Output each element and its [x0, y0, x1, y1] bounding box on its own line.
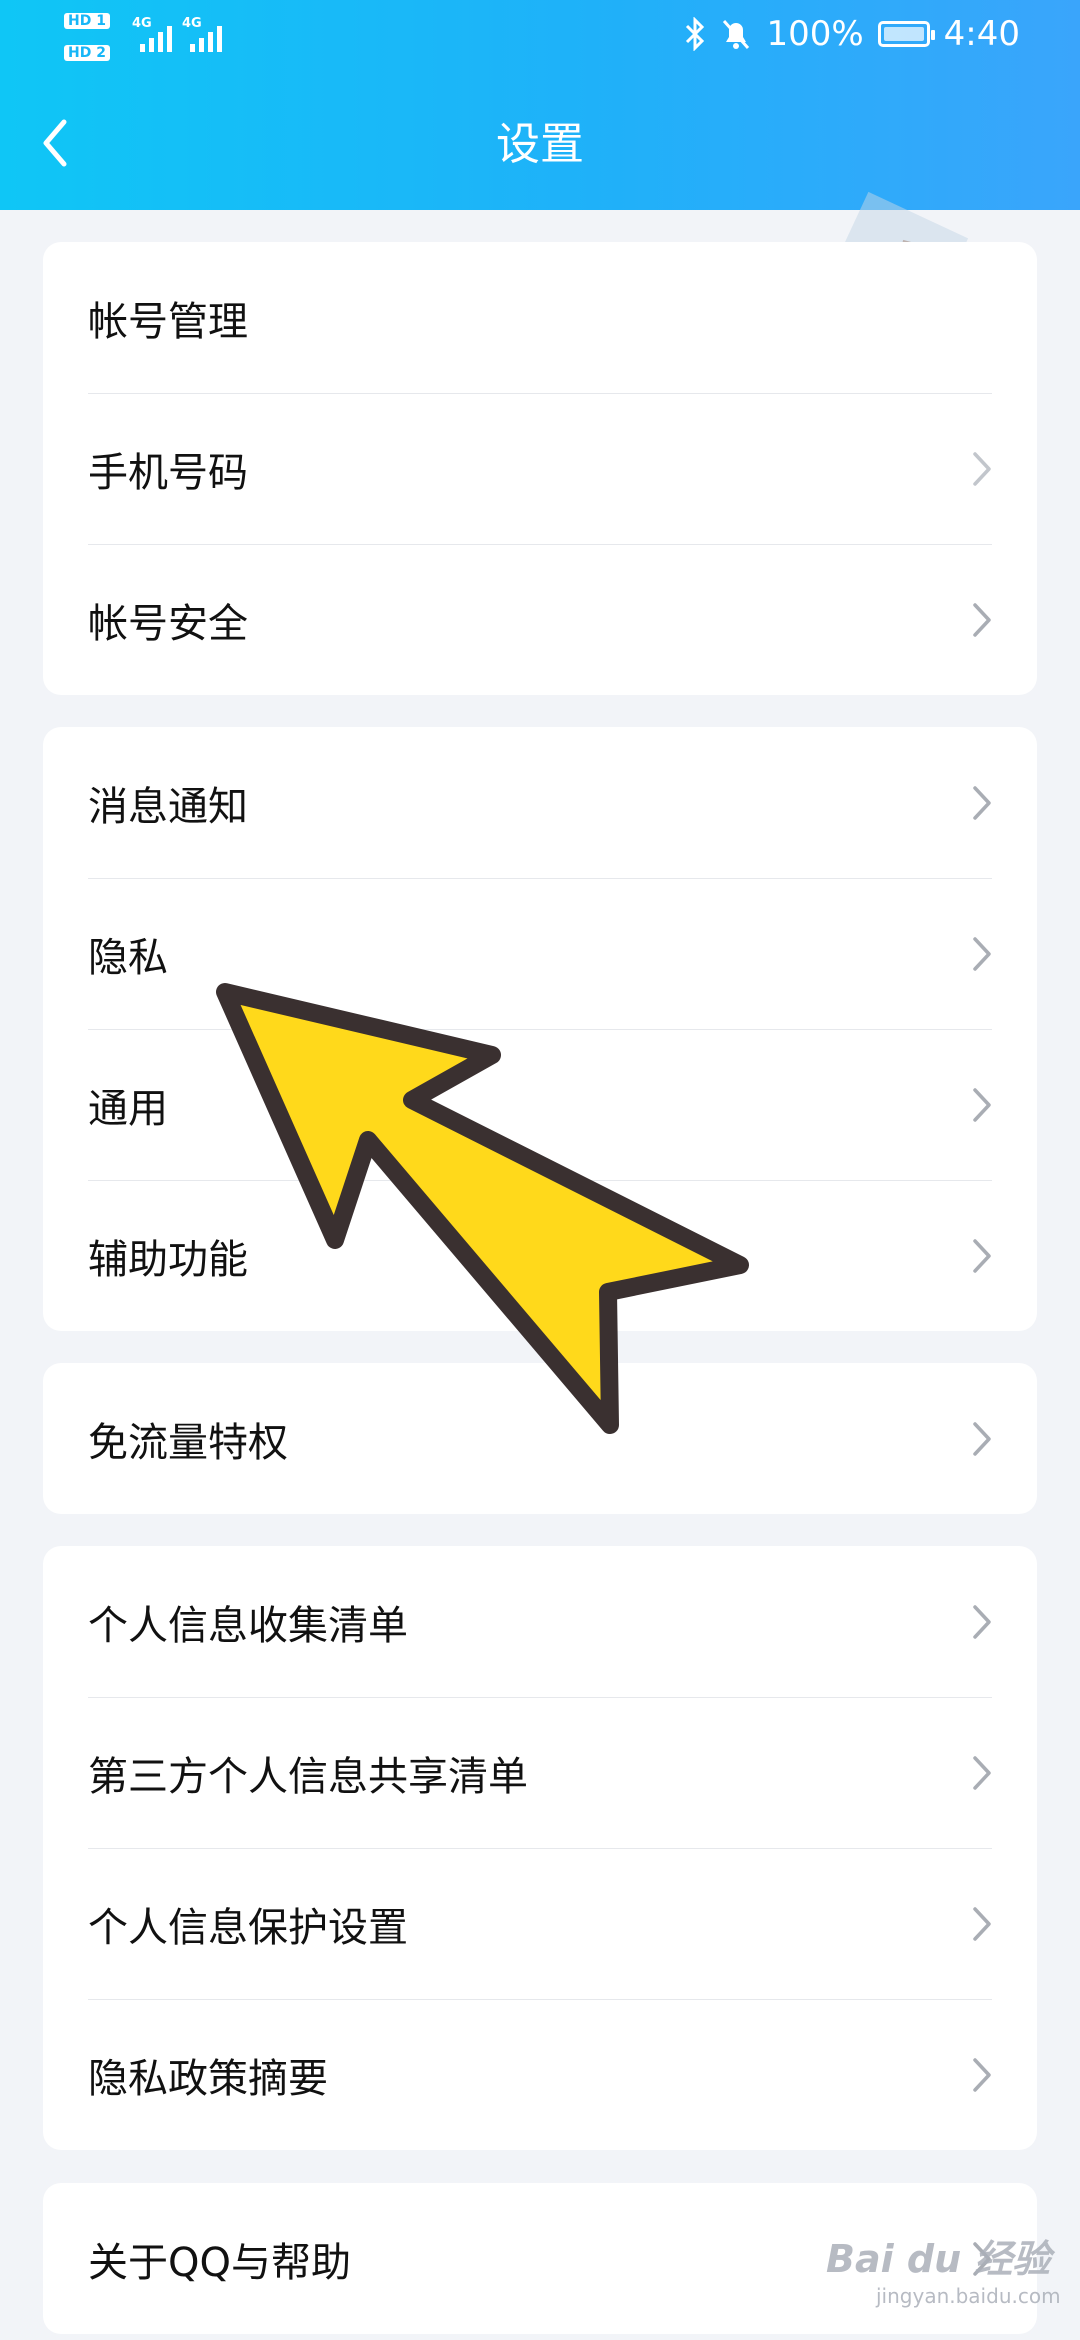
chevron-right-icon — [973, 1087, 991, 1122]
settings-item-info-collection-list[interactable]: 个人信息收集清单 — [43, 1546, 1037, 1697]
baidu-jingyan-watermark: Bai du 经验 jingyan.baidu.com — [826, 2237, 1061, 2308]
mute-bell-icon — [723, 20, 750, 49]
settings-item-privacy[interactable]: 隐私 — [43, 878, 1037, 1029]
status-right: 100% 4:40 — [684, 14, 1020, 54]
chevron-right-icon — [973, 1238, 991, 1273]
settings-item-general[interactable]: 通用 — [43, 1029, 1037, 1180]
battery-percent: 100% — [766, 14, 864, 54]
signal-1-icon: 4G — [132, 16, 172, 52]
settings-item-data-free-privilege[interactable]: 免流量特权 — [43, 1363, 1037, 1514]
settings-item-privacy-policy-summary[interactable]: 隐私政策摘要 — [43, 1999, 1037, 2150]
battery-icon — [877, 21, 935, 47]
settings-item-account-management[interactable]: 帐号管理 — [43, 242, 1037, 393]
sim-2-indicator: HD 2 — [64, 42, 110, 63]
chevron-right-icon — [973, 2057, 991, 2092]
settings-item-account-security[interactable]: 帐号安全 — [43, 544, 1037, 695]
status-bar: HD 1 HD 2 4G 4G 100% 4:40 — [0, 0, 1080, 80]
signal-2-icon: 4G — [182, 16, 222, 52]
settings-item-third-party-sharing-list[interactable]: 第三方个人信息共享清单 — [43, 1697, 1037, 1848]
settings-group-account: 帐号管理 手机号码 帐号安全 — [43, 242, 1037, 695]
chevron-right-icon — [973, 936, 991, 971]
settings-group-personal-info: 个人信息收集清单 第三方个人信息共享清单 个人信息保护设置 隐私政策摘要 — [43, 1546, 1037, 2150]
chevron-right-icon — [973, 602, 991, 637]
sim-1-indicator: HD 1 — [64, 10, 110, 31]
settings-item-info-protection-settings[interactable]: 个人信息保护设置 — [43, 1848, 1037, 1999]
settings-item-notifications[interactable]: 消息通知 — [43, 727, 1037, 878]
chevron-right-icon — [973, 1906, 991, 1941]
chevron-right-icon — [973, 1604, 991, 1639]
clock: 4:40 — [943, 14, 1020, 54]
bluetooth-icon — [686, 17, 705, 51]
settings-group-general: 消息通知 隐私 通用 辅助功能 — [43, 727, 1037, 1331]
settings-item-accessibility[interactable]: 辅助功能 — [43, 1180, 1037, 1331]
chevron-right-icon — [973, 1421, 991, 1456]
chevron-right-icon — [973, 785, 991, 820]
settings-group-data-free: 免流量特权 — [43, 1363, 1037, 1514]
chevron-right-icon — [973, 1755, 991, 1790]
chevron-right-icon — [973, 451, 991, 486]
settings-item-phone-number[interactable]: 手机号码 — [43, 393, 1037, 544]
